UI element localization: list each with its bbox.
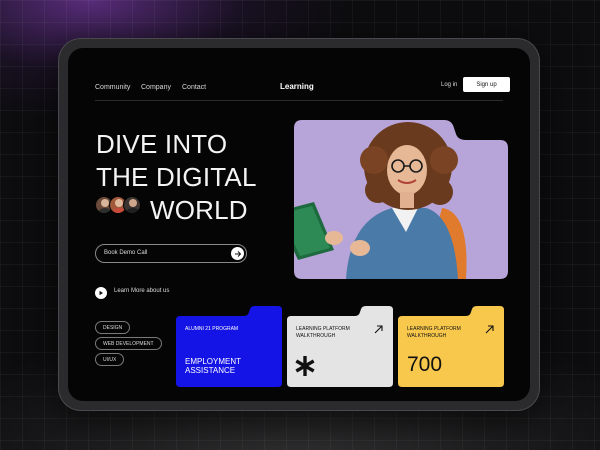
tablet-screen: Community Company Contact Learning Log i… — [68, 48, 530, 401]
hero-title-line-1: DIVE INTO — [96, 129, 228, 159]
hero-title-line-3: WORLD — [150, 195, 248, 225]
hero-title-line-2: THE DIGITAL — [96, 162, 257, 192]
avatar — [123, 196, 141, 214]
brand-logo[interactable]: Learning — [280, 82, 314, 91]
book-demo-label: Book Demo Call — [104, 250, 148, 256]
play-icon[interactable] — [95, 287, 107, 299]
avatar-group — [95, 196, 141, 214]
nav-divider — [95, 100, 503, 101]
tag-web-development[interactable]: WEB DEVELOPMENT — [95, 337, 162, 350]
signup-button[interactable]: Sign up — [463, 77, 510, 92]
student-photo — [294, 120, 508, 279]
card-stat-700[interactable]: LEARNING PLATFORM WALKTHROUGH 700 — [398, 306, 504, 387]
tag-design[interactable]: DESIGN — [95, 321, 131, 334]
card-label: ALUMNI 21 PROGRAM — [185, 326, 239, 332]
card-employment-assistance[interactable]: ALUMNI 21 PROGRAM EMPLOYMENT ASSISTANCE — [176, 306, 282, 387]
book-demo-button[interactable]: Book Demo Call — [95, 244, 247, 263]
nav-link-community[interactable]: Community — [95, 84, 130, 91]
card-title: EMPLOYMENT ASSISTANCE — [185, 357, 241, 375]
tag-ui-ux[interactable]: UI/UX — [95, 353, 125, 366]
arrow-right-icon — [231, 247, 244, 260]
arrow-up-right-icon — [374, 325, 383, 334]
card-label: LEARNING PLATFORM WALKTHROUGH — [296, 326, 350, 339]
card-label: LEARNING PLATFORM WALKTHROUGH — [407, 326, 461, 339]
nav-link-contact[interactable]: Contact — [182, 84, 206, 91]
nav-link-company[interactable]: Company — [141, 84, 171, 91]
learn-more-link[interactable]: Learn More about us — [114, 287, 174, 295]
tablet-device: Community Company Contact Learning Log i… — [59, 39, 539, 410]
card-platform-walkthrough[interactable]: LEARNING PLATFORM WALKTHROUGH — [287, 306, 393, 387]
asterisk-icon — [295, 356, 315, 376]
card-stat-value: 700 — [407, 353, 443, 376]
login-link[interactable]: Log in — [441, 82, 457, 88]
arrow-up-right-icon — [485, 325, 494, 334]
